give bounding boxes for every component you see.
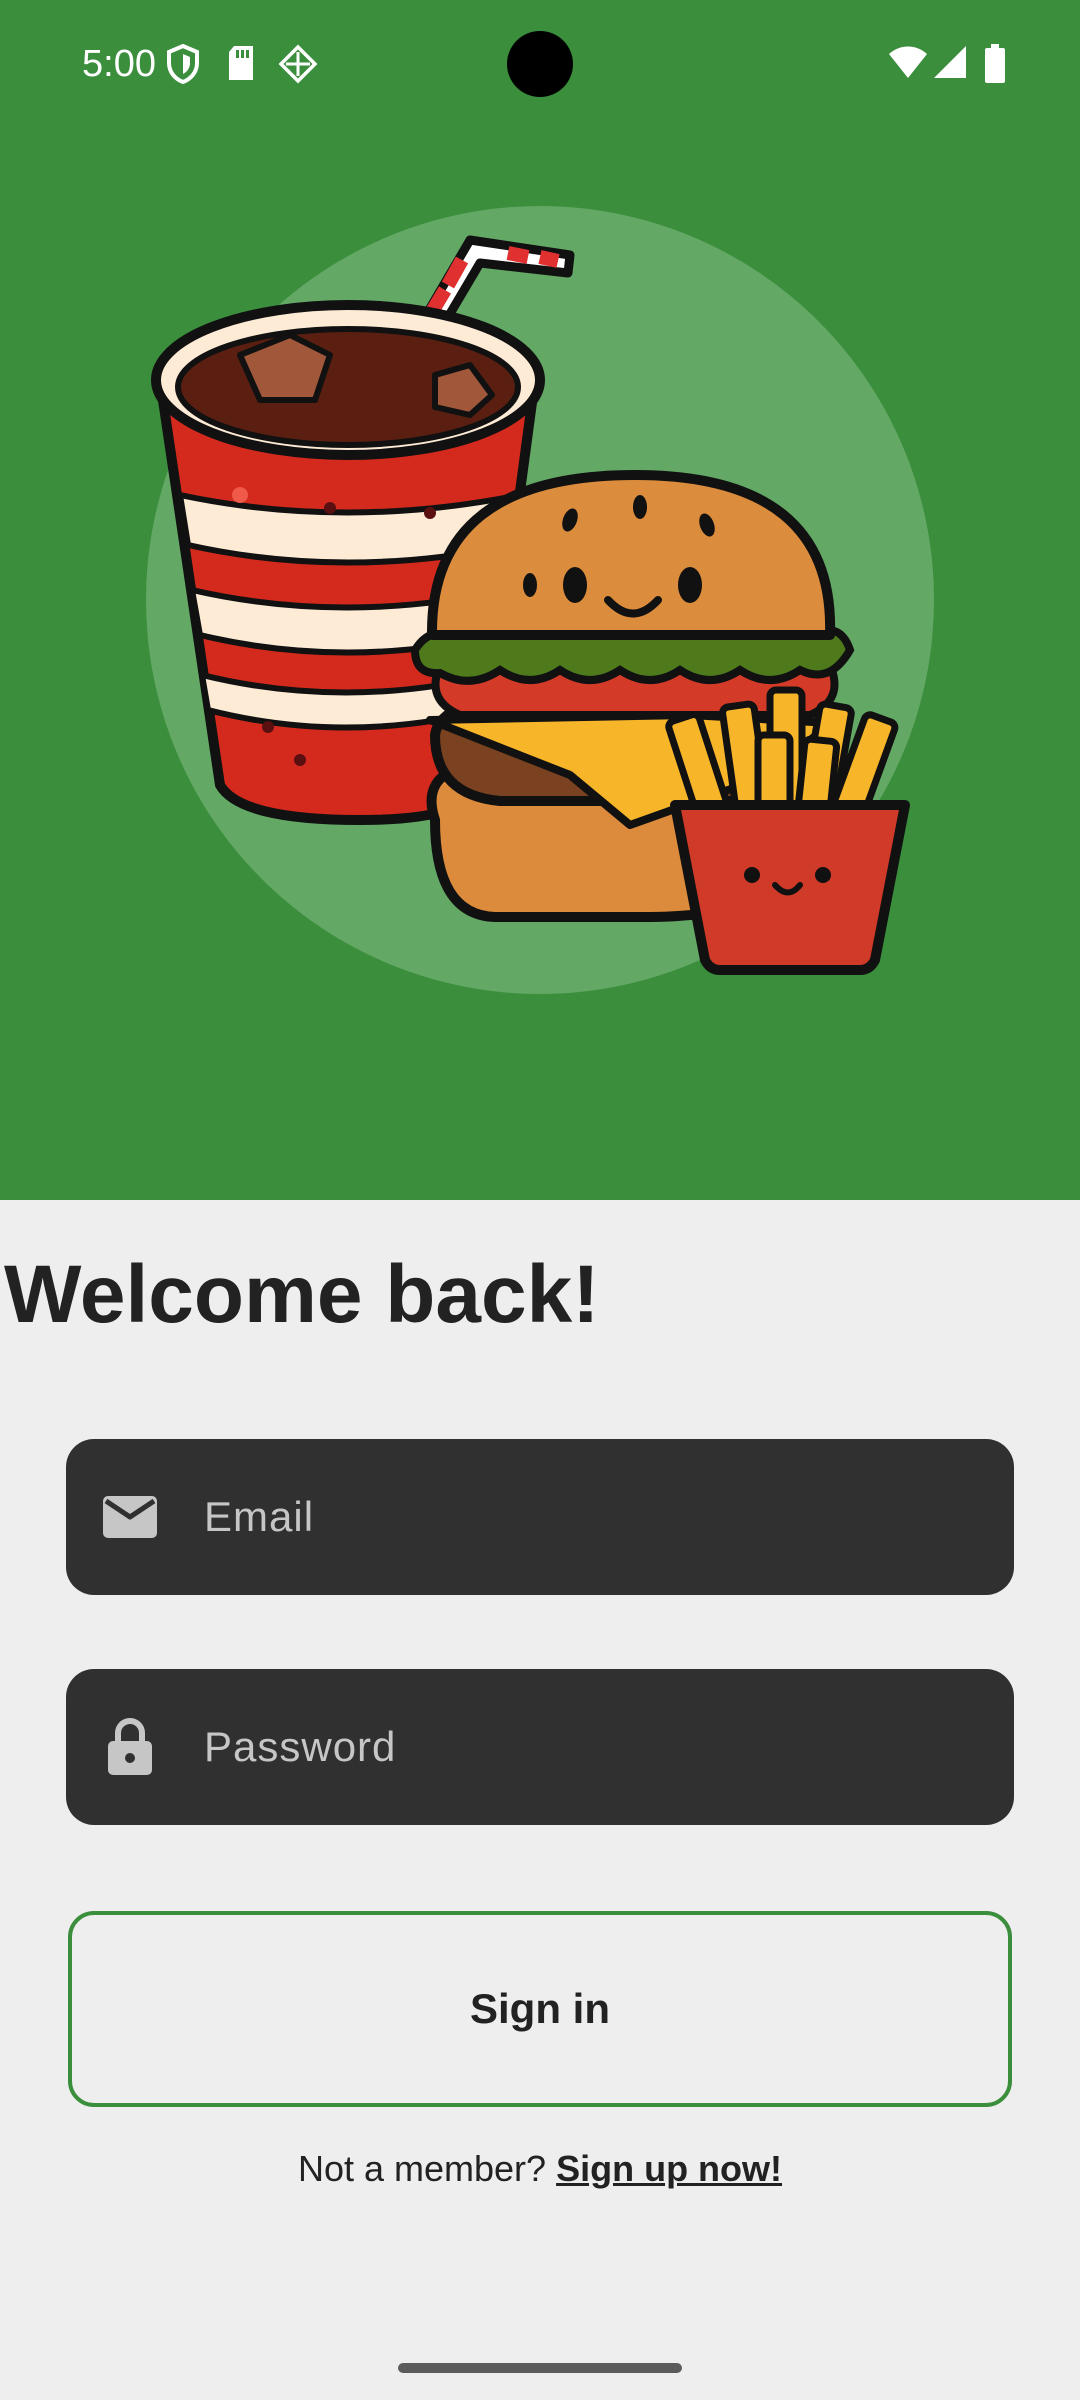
shield-icon: [167, 44, 199, 84]
page-title: Welcome back!: [4, 1249, 600, 1340]
mail-icon: [103, 1496, 157, 1538]
camera-cutout: [507, 31, 573, 97]
email-input[interactable]: [202, 1439, 974, 1595]
signup-prompt-text: Not a member?: [297, 2148, 547, 2189]
battery-icon: [985, 44, 1005, 83]
signal-icon: [934, 46, 966, 78]
lock-icon: [108, 1718, 152, 1775]
status-time: 5:00: [82, 43, 156, 85]
signup-link[interactable]: Sign up now!: [556, 2148, 782, 2189]
drink-burger-fries-illustration: [146, 206, 934, 994]
password-field[interactable]: [66, 1669, 1014, 1825]
fries-shape: [665, 686, 910, 975]
email-field[interactable]: [66, 1439, 1014, 1595]
home-indicator[interactable]: [398, 2363, 682, 2373]
wifi-icon: [889, 46, 927, 78]
sign-in-button[interactable]: Sign in: [68, 1911, 1012, 2107]
sd-card-icon: [229, 46, 253, 80]
signup-prompt-row: Not a member? Sign up now!: [0, 2144, 1080, 2194]
hero-banner: 5:00: [0, 0, 1080, 1200]
cast-icon: [278, 44, 318, 84]
password-input[interactable]: [202, 1669, 974, 1825]
